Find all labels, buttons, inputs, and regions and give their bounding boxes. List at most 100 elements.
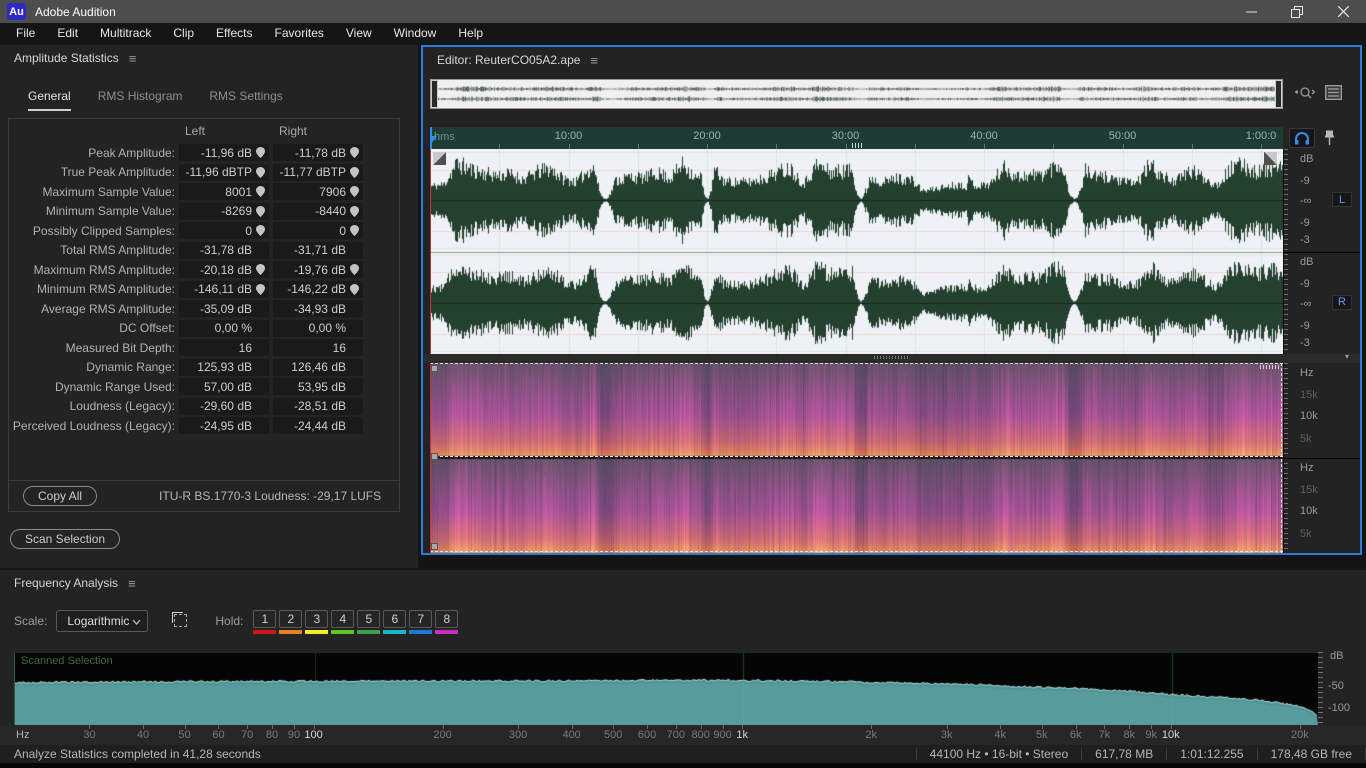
hold-slot: 4 [331, 610, 355, 634]
close-button[interactable] [1320, 0, 1366, 23]
marker-pick-icon[interactable] [256, 147, 265, 159]
hold-button-1[interactable]: 1 [253, 610, 277, 628]
value-text: 0 [245, 223, 252, 238]
menu-view[interactable]: View [335, 23, 383, 43]
selection-handle[interactable] [431, 453, 438, 460]
hold-button-5[interactable]: 5 [357, 610, 381, 628]
menu-clip[interactable]: Clip [162, 23, 205, 43]
marker-pick-icon[interactable] [350, 283, 359, 295]
freq-tick-label: 90 [287, 729, 301, 741]
row-label: Minimum Sample Value: [45, 204, 175, 219]
table-row: DC Offset: 0,00 % 0,00 % [9, 319, 399, 339]
tab-general[interactable]: General [28, 89, 71, 111]
playhead-marker[interactable] [430, 136, 437, 144]
value-cell: 0,00 % [179, 319, 269, 337]
restore-button[interactable] [1274, 0, 1320, 23]
marker-pick-icon[interactable] [256, 205, 265, 217]
value-text: -24,95 dB [199, 418, 252, 433]
marker-pick-icon[interactable] [256, 225, 265, 237]
selection-handle[interactable] [431, 365, 438, 372]
timeline-ruler[interactable]: hms 10:00 20:00 30:00 40:00 50:00 1:00:0 [430, 127, 1283, 149]
overview-waveform[interactable] [438, 80, 1275, 108]
pin-icon[interactable] [1324, 130, 1335, 146]
scale-dropdown[interactable]: Logarithmic [56, 610, 149, 632]
panel-menu-icon[interactable]: ≡ [129, 51, 137, 66]
hold-button-4[interactable]: 4 [331, 610, 355, 628]
value-cell: 16 [273, 339, 363, 357]
menu-effects[interactable]: Effects [205, 23, 263, 43]
spectrogram-display[interactable] [430, 363, 1283, 553]
value-cell: 126,46 dB [273, 358, 363, 376]
selection-border [1281, 363, 1282, 553]
value-cell: 0 [273, 222, 363, 240]
selection-marquee-icon[interactable] [172, 612, 188, 627]
panel-menu-icon[interactable]: ≡ [590, 53, 598, 68]
scale-label: Scale: [14, 614, 48, 628]
freq-tick [613, 725, 615, 729]
menu-multitrack[interactable]: Multitrack [89, 23, 162, 43]
marker-pick-icon[interactable] [350, 205, 359, 217]
freq-tick-label: 300 [508, 729, 528, 741]
marker-pick-icon[interactable] [350, 186, 359, 198]
selection-corner-handle[interactable] [1264, 152, 1277, 165]
editor-list-icon[interactable] [1325, 85, 1342, 100]
db-tick-label: -50 [1328, 680, 1344, 692]
overview-navigator[interactable] [430, 79, 1283, 109]
value-cell: 125,93 dB [179, 358, 269, 376]
selection-grip-icon[interactable] [1260, 365, 1280, 369]
menu-help[interactable]: Help [447, 23, 494, 43]
hold-button-6[interactable]: 6 [383, 610, 407, 628]
table-row: Minimum RMS Amplitude: -146,11 dB -146,22 … [9, 280, 399, 300]
menu-edit[interactable]: Edit [46, 23, 89, 43]
view-splitter[interactable]: ▾ [423, 352, 1360, 363]
menu-file[interactable]: File [5, 23, 46, 43]
value-text: 57,00 dB [203, 379, 252, 394]
scale-tick-label: -9 [1300, 175, 1310, 187]
marker-pick-icon[interactable] [350, 166, 359, 178]
splitter-collapse-icon[interactable]: ▾ [1345, 352, 1349, 361]
freq-tick-label: 10k [1161, 729, 1180, 741]
marker-pick-icon[interactable] [256, 166, 265, 178]
overview-right-handle[interactable] [1275, 80, 1282, 108]
freq-tick [1075, 725, 1077, 729]
hold-slot: 2 [279, 610, 303, 634]
marker-pick-icon[interactable] [256, 264, 265, 276]
channel-badge-r[interactable]: R [1332, 294, 1352, 310]
value-cell: 0,00 % [273, 319, 363, 337]
hold-button-8[interactable]: 8 [435, 610, 459, 628]
hold-button-2[interactable]: 2 [279, 610, 303, 628]
tab-rms-settings[interactable]: RMS Settings [209, 89, 282, 111]
waveform-display[interactable] [430, 149, 1283, 354]
splitter-grip-icon[interactable] [874, 356, 910, 361]
menu-favorites[interactable]: Favorites [264, 23, 335, 43]
frequency-scale[interactable]: Hz 15k 10k 5k Hz 15k 10k 5k [1283, 363, 1360, 553]
frequency-graph[interactable]: Scanned Selection [14, 652, 1318, 725]
menu-window[interactable]: Window [383, 23, 448, 43]
value-text: -34,93 dB [293, 301, 346, 316]
marker-pick-icon[interactable] [350, 264, 359, 276]
panel-menu-icon[interactable]: ≡ [128, 576, 136, 591]
minimize-button[interactable] [1228, 0, 1274, 23]
value-text: 16 [238, 340, 252, 355]
marker-pick-icon[interactable] [350, 225, 359, 237]
selection-corner-handle[interactable] [433, 152, 446, 165]
table-row: Loudness (Legacy): -29,60 dB -28,51 dB [9, 397, 399, 417]
table-row: Maximum RMS Amplitude: -20,18 dB -19,76 dB [9, 260, 399, 280]
tab-rms-histogram[interactable]: RMS Histogram [98, 89, 183, 111]
overview-left-handle[interactable] [431, 80, 438, 108]
column-header-left: Left [185, 124, 206, 138]
marker-pick-icon[interactable] [256, 186, 265, 198]
copy-all-button[interactable]: Copy All [23, 486, 98, 506]
hold-slot: 8 [435, 610, 459, 634]
marker-pick-icon[interactable] [256, 283, 265, 295]
hold-button-3[interactable]: 3 [305, 610, 329, 628]
hold-button-7[interactable]: 7 [409, 610, 433, 628]
solo-monitor-button[interactable] [1289, 128, 1315, 148]
channel-badge-l[interactable]: L [1332, 192, 1352, 208]
scan-selection-button[interactable]: Scan Selection [10, 529, 121, 549]
marker-pick-icon[interactable] [350, 147, 359, 159]
amplitude-scale[interactable]: dB -9 -∞ -9 -3 LdB -9 -∞ -9 -3 R [1283, 149, 1360, 354]
selection-handle[interactable] [431, 543, 438, 550]
playhead-line [430, 363, 431, 553]
zoom-options-icon[interactable] [1295, 85, 1315, 103]
